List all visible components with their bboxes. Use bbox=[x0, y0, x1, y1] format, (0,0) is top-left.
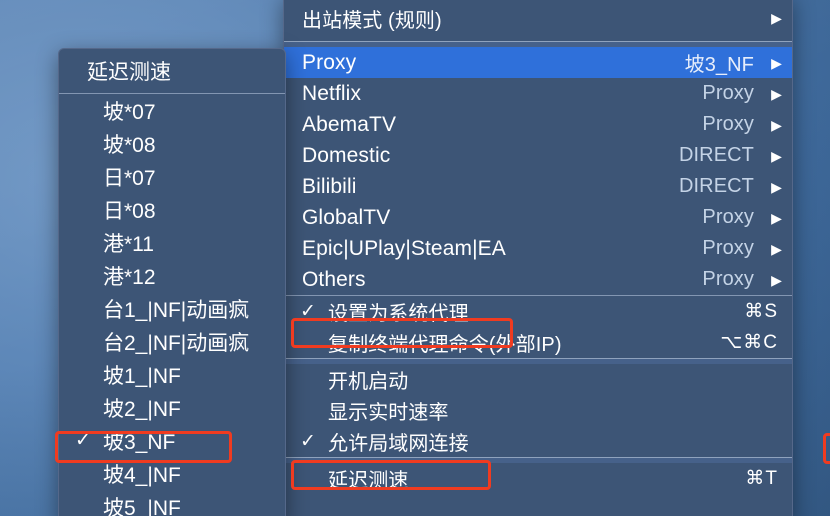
menu-item-proxy-group[interactable]: Netflix Proxy ▶ bbox=[284, 78, 792, 109]
submenu-arrow-icon: ▶ bbox=[771, 178, 782, 195]
menu-item-label: Epic|UPlay|Steam|EA bbox=[302, 236, 506, 260]
menu-item-proxy-group[interactable]: Proxy 坡3_NF ▶ bbox=[284, 47, 792, 78]
general-options-list: 开机启动显示实时速率 ✓ 允许局域网连接 bbox=[284, 364, 792, 457]
submenu-arrow-icon: ▶ bbox=[771, 209, 782, 226]
menu-item-value: 坡3_NF bbox=[684, 54, 754, 76]
menu-item-proxy-group[interactable]: GlobalTV Proxy ▶ bbox=[284, 202, 792, 233]
menu-item-proxy-group[interactable]: Domestic DIRECT ▶ bbox=[284, 140, 792, 171]
menu-item-label: 坡3_NF bbox=[103, 430, 176, 454]
menu-item-value: Proxy bbox=[702, 113, 754, 135]
annotation-box-edge-marker bbox=[823, 433, 830, 464]
menu-item-toggle[interactable]: 显示实时速率 bbox=[284, 395, 792, 426]
menu-item-node[interactable]: 坡2_|NF bbox=[59, 391, 285, 424]
submenu-arrow-icon: ▶ bbox=[771, 271, 782, 288]
menu-item-toggle[interactable]: 开机启动 bbox=[284, 364, 792, 395]
menu-item-node[interactable]: 坡4_|NF bbox=[59, 457, 285, 490]
checkmark-icon: ✓ bbox=[300, 301, 317, 322]
menu-item-node[interactable]: 坡*07 bbox=[59, 94, 285, 127]
checkmark-icon: ✓ bbox=[300, 431, 317, 452]
menu-item-label: 坡5_|NF bbox=[103, 496, 181, 516]
latency-test-submenu[interactable]: 延迟测速 坡*07 坡*08 日*07 日*08 港*11 港*12 台1_|NF|动画疯台… bbox=[58, 48, 286, 516]
menu-item-label: 显示实时速率 bbox=[328, 402, 449, 424]
submenu-arrow-icon: ▶ bbox=[771, 85, 782, 102]
menu-item-toggle[interactable]: ✓ 允许局域网连接 bbox=[284, 426, 792, 457]
menu-item-label: Domestic bbox=[302, 143, 391, 167]
menu-item-value: DIRECT bbox=[678, 144, 754, 166]
menu-item-label: 复制终端代理命令(外部IP) bbox=[328, 334, 562, 356]
menu-item-node[interactable]: ✓ 坡3_NF bbox=[59, 424, 285, 457]
menu-item-label: 开机启动 bbox=[328, 371, 409, 393]
menu-item-toggle[interactable]: ✓ 设置为系统代理 ⌘S bbox=[284, 296, 792, 327]
submenu-arrow-icon: ▶ bbox=[771, 240, 782, 257]
menu-item-node[interactable]: 台2_|NF|动画疯 bbox=[59, 325, 285, 358]
proxy-group-list: Proxy 坡3_NF ▶ Netflix Proxy ▶ AbemaTV Proxy ▶ Dom… bbox=[284, 47, 792, 295]
submenu-arrow-icon: ▶ bbox=[771, 116, 782, 133]
menu-item-label: 坡1_|NF bbox=[103, 364, 181, 388]
menu-item-label: AbemaTV bbox=[302, 112, 397, 136]
menu-item-proxy-group[interactable]: Bilibili DIRECT ▶ bbox=[284, 171, 792, 202]
menu-item-label: 坡*07 bbox=[103, 100, 156, 124]
menu-item-label: 出站模式 (规则) bbox=[302, 9, 442, 32]
menu-item-label: 延迟测速 bbox=[328, 470, 409, 492]
menu-item-label: 日*07 bbox=[103, 166, 156, 190]
desktop-background: 出站模式 (规则) ▶ Proxy 坡3_NF ▶ Netflix Proxy ▶ Abem… bbox=[0, 0, 830, 516]
menu-item-label: Proxy bbox=[302, 50, 357, 74]
menu-item-node[interactable]: 日*08 bbox=[59, 193, 285, 226]
menu-item-label: Bilibili bbox=[302, 174, 357, 198]
menu-item-value: Proxy bbox=[702, 237, 754, 259]
footer-list: 延迟测速 ⌘T bbox=[284, 463, 792, 494]
menu-item-outbound-mode[interactable]: 出站模式 (规则) ▶ bbox=[284, 0, 792, 41]
menu-item-value: DIRECT bbox=[678, 175, 754, 197]
menu-item-label: 港*12 bbox=[103, 265, 156, 289]
menu-item-label: Netflix bbox=[302, 81, 362, 105]
menu-item-shortcut: ⌘S bbox=[744, 301, 778, 322]
menu-item-label: Others bbox=[302, 267, 366, 291]
menu-item-node[interactable]: 港*12 bbox=[59, 259, 285, 292]
menu-item-label: 允许局域网连接 bbox=[328, 433, 469, 455]
menu-item-label: 坡4_|NF bbox=[103, 463, 181, 487]
menu-item-proxy-group[interactable]: AbemaTV Proxy ▶ bbox=[284, 109, 792, 140]
menu-item-label: 台2_|NF|动画疯 bbox=[103, 331, 250, 355]
submenu-title: 延迟测速 bbox=[59, 49, 285, 93]
menu-item-node[interactable]: 坡*08 bbox=[59, 127, 285, 160]
menu-item-label: 台1_|NF|动画疯 bbox=[103, 298, 250, 322]
menu-item-shortcut: ⌘T bbox=[745, 468, 778, 489]
menu-item-value: Proxy bbox=[702, 268, 754, 290]
menu-item-proxy-group[interactable]: Epic|UPlay|Steam|EA Proxy ▶ bbox=[284, 233, 792, 264]
menu-item-label: 设置为系统代理 bbox=[328, 303, 469, 325]
menu-item-node[interactable]: 日*07 bbox=[59, 160, 285, 193]
menu-item-shortcut: ⌥⌘C bbox=[720, 332, 778, 353]
menu-item-node[interactable]: 台1_|NF|动画疯 bbox=[59, 292, 285, 325]
submenu-title-label: 延迟测速 bbox=[87, 61, 171, 84]
menu-item-label: 港*11 bbox=[103, 232, 154, 256]
menu-item-toggle[interactable]: 延迟测速 ⌘T bbox=[284, 463, 792, 494]
checkmark-icon: ✓ bbox=[75, 430, 91, 451]
outbound-mode-menu[interactable]: 出站模式 (规则) ▶ Proxy 坡3_NF ▶ Netflix Proxy ▶ Abem… bbox=[283, 0, 793, 516]
menu-item-node[interactable]: 港*11 bbox=[59, 226, 285, 259]
submenu-arrow-icon: ▶ bbox=[771, 54, 782, 71]
menu-item-toggle[interactable]: 复制终端代理命令(外部IP) ⌥⌘C bbox=[284, 327, 792, 358]
menu-item-label: 坡*08 bbox=[103, 133, 156, 157]
menu-item-node[interactable]: 坡1_|NF bbox=[59, 358, 285, 391]
submenu-arrow-icon: ▶ bbox=[771, 10, 782, 26]
system-settings-list: ✓ 设置为系统代理 ⌘S 复制终端代理命令(外部IP) ⌥⌘C bbox=[284, 296, 792, 358]
submenu-arrow-icon: ▶ bbox=[771, 147, 782, 164]
menu-item-label: 日*08 bbox=[103, 199, 156, 223]
node-list: 坡*07 坡*08 日*07 日*08 港*11 港*12 台1_|NF|动画疯 台2_|NF… bbox=[59, 94, 285, 516]
menu-item-label: 坡2_|NF bbox=[103, 397, 181, 421]
menu-item-value: Proxy bbox=[702, 206, 754, 228]
menu-item-value: Proxy bbox=[702, 82, 754, 104]
menu-item-proxy-group[interactable]: Others Proxy ▶ bbox=[284, 264, 792, 295]
menu-item-node[interactable]: 坡5_|NF bbox=[59, 490, 285, 516]
menu-item-label: GlobalTV bbox=[302, 205, 391, 229]
